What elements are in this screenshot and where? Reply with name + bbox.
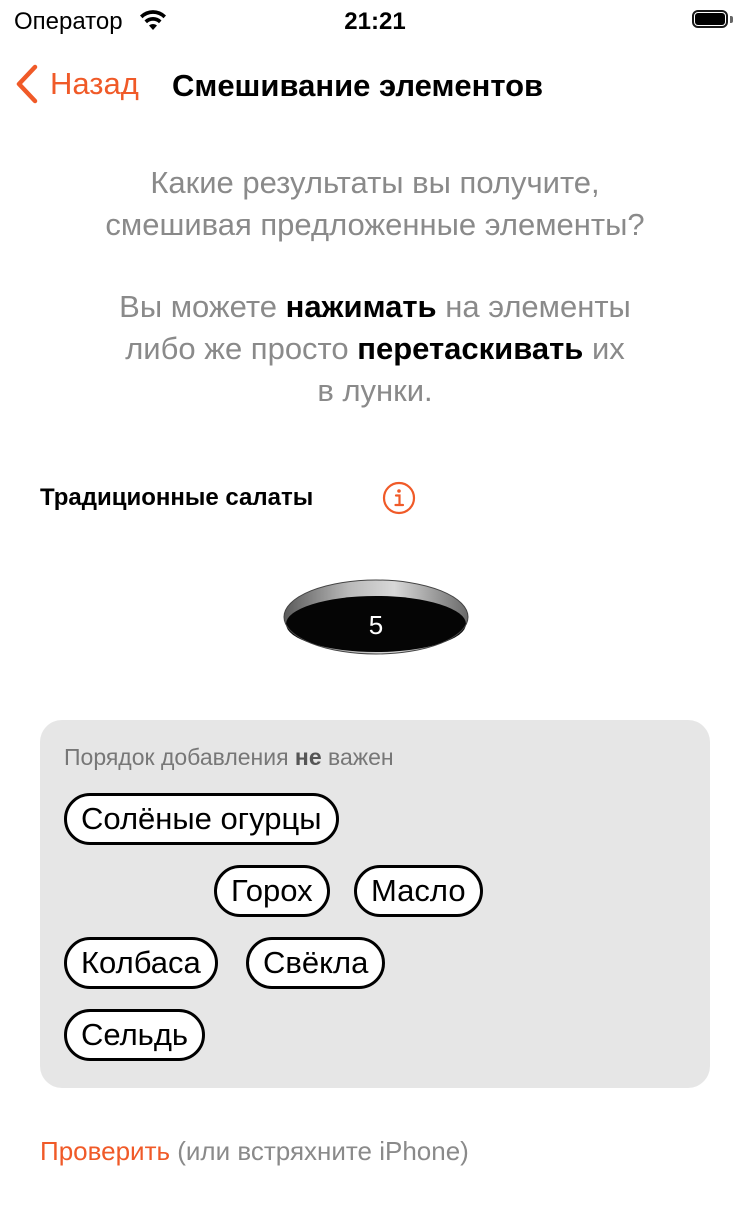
- question-line-2: смешивая предложенные элементы?: [105, 207, 645, 242]
- hole-count: 5: [368, 610, 384, 640]
- clock: 21:21: [344, 8, 406, 35]
- instruction-line-2: либо же просто перетаскивать их: [125, 331, 625, 366]
- page-title: Смешивание элементов: [172, 68, 544, 103]
- drop-hole[interactable]: 5: [282, 578, 470, 656]
- ingredient-chip-peas[interactable]: Горох: [214, 865, 330, 917]
- instruction-line-3: в лунки.: [317, 373, 433, 408]
- ingredient-chip-sausage[interactable]: Колбаса: [64, 937, 218, 989]
- section-title: Традиционные салаты: [40, 484, 314, 511]
- back-button[interactable]: Назад: [14, 64, 139, 104]
- check-button[interactable]: Проверить: [40, 1136, 170, 1166]
- order-hint: Порядок добавления не важен: [64, 744, 394, 770]
- status-bar: Оператор 21:21: [0, 0, 750, 44]
- battery-icon: [692, 10, 736, 30]
- back-label: Назад: [50, 66, 139, 101]
- question-line-1: Какие результаты вы получите,: [150, 165, 600, 200]
- ingredient-chip-butter[interactable]: Масло: [354, 865, 483, 917]
- info-icon[interactable]: [382, 481, 416, 515]
- navigation-bar: Назад Смешивание элементов: [0, 56, 750, 116]
- footer: Проверить (или встряхните iPhone): [40, 1136, 469, 1167]
- chevron-left-icon: [16, 64, 38, 104]
- ingredient-chip-herring[interactable]: Сельдь: [64, 1009, 206, 1061]
- ingredients-panel: Порядок добавления не важен Солёные огур…: [40, 720, 710, 1088]
- ingredient-chip-pickles[interactable]: Солёные огурцы: [64, 793, 339, 845]
- shake-hint: (или встряхните iPhone): [170, 1136, 469, 1166]
- intro-text: Какие результаты вы получите, смешивая п…: [0, 162, 750, 412]
- ingredient-chip-beet[interactable]: Свёкла: [246, 937, 386, 989]
- instruction-line-1: Вы можете нажимать на элементы: [119, 289, 631, 324]
